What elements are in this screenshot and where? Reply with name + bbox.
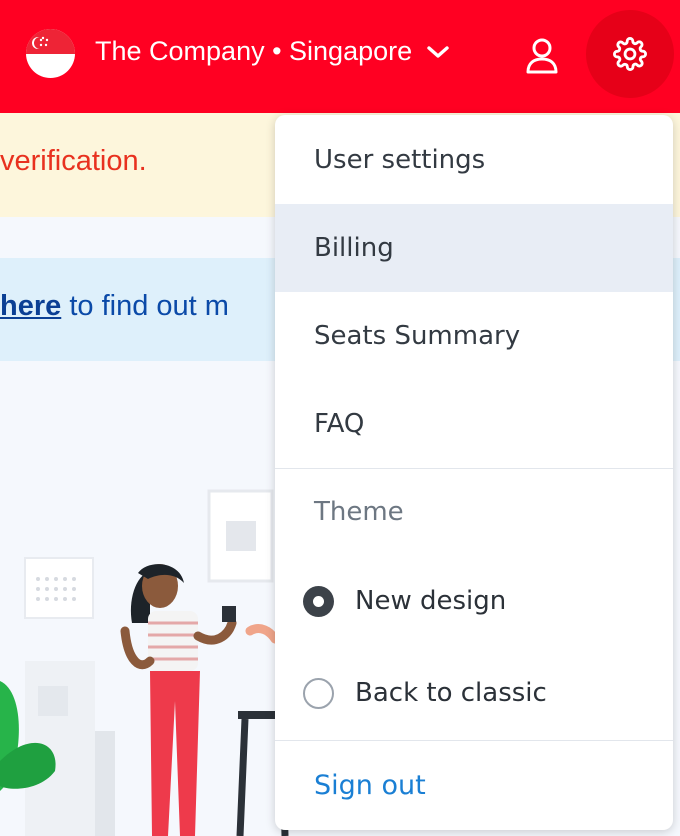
radio-unselected-icon[interactable] bbox=[303, 677, 334, 709]
menu-divider bbox=[275, 740, 673, 741]
menu-item-seats-summary[interactable]: Seats Summary bbox=[275, 292, 673, 380]
menu-item-faq[interactable]: FAQ bbox=[275, 380, 673, 468]
user-profile-button[interactable] bbox=[518, 32, 566, 80]
menu-item-user-settings[interactable]: User settings bbox=[275, 116, 673, 204]
menu-item-billing[interactable]: Billing bbox=[275, 204, 673, 292]
info-text: here to find out m bbox=[0, 290, 229, 323]
theme-option-classic[interactable]: Back to classic bbox=[275, 649, 673, 737]
radio-selected-icon[interactable] bbox=[303, 585, 334, 617]
info-text-rest: to find out m bbox=[61, 290, 229, 322]
company-label: The Company • Singapore bbox=[95, 36, 413, 66]
chevron-down-icon bbox=[426, 44, 450, 60]
theme-heading: Theme bbox=[314, 497, 404, 527]
menu-divider bbox=[275, 468, 673, 469]
theme-option-label: New design bbox=[355, 586, 507, 616]
singapore-flag-icon bbox=[26, 29, 75, 78]
company-switcher[interactable]: The Company • Singapore bbox=[95, 36, 450, 67]
top-header: The Company • Singapore bbox=[0, 0, 680, 113]
info-link[interactable]: here bbox=[0, 290, 61, 322]
warning-text: verification. bbox=[0, 145, 147, 177]
gear-icon bbox=[613, 37, 647, 71]
theme-option-new-design[interactable]: New design bbox=[275, 557, 673, 645]
sign-out-link[interactable]: Sign out bbox=[314, 770, 426, 801]
user-icon bbox=[526, 38, 558, 74]
theme-option-label: Back to classic bbox=[355, 678, 547, 708]
settings-dropdown-menu: User settings Billing Seats Summary FAQ … bbox=[275, 115, 673, 830]
settings-button[interactable] bbox=[586, 10, 674, 98]
